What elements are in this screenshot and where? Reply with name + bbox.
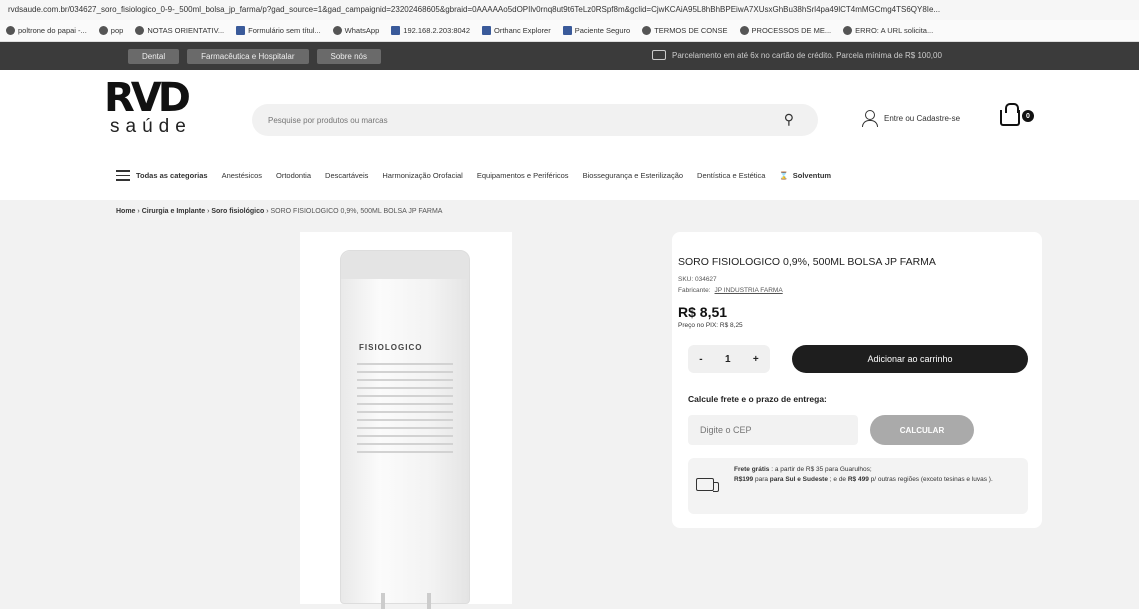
basket-icon (1000, 103, 1020, 126)
search-input[interactable] (252, 104, 752, 136)
logo[interactable]: RVD saúde (104, 78, 214, 138)
free-shipping-text: Frete grátis : a partir de R$ 35 para Gu… (734, 466, 993, 483)
tab-dental[interactable]: Dental (128, 48, 180, 64)
address-bar[interactable]: rvdsaude.com.br/034627_soro_fisiologico_… (0, 0, 1139, 20)
server-icon (482, 26, 492, 35)
bag-label: FISIOLOGICO (359, 343, 423, 352)
product-info-panel: SORO FISIOLOGICO 0,9%, 500ML BOLSA JP FA… (672, 232, 1042, 528)
globe-icon (642, 26, 652, 35)
bookmark-item[interactable]: TERMOS DE CONSE (642, 26, 728, 35)
tab-pharma-hospital[interactable]: Farmacêutica e Hospitalar (187, 48, 309, 64)
bookmark-item[interactable]: pop (98, 26, 123, 35)
bookmark-item[interactable]: ERRO: A URL solicita... (843, 26, 933, 35)
bookmark-item[interactable]: Orthanc Explorer (482, 26, 551, 35)
menu-icon (116, 170, 130, 181)
login-link[interactable]: Entre ou Cadastre-se (862, 110, 960, 127)
category-link[interactable]: Equipamentos e Periféricos (477, 171, 569, 180)
maker-link[interactable]: JP INDUSTRIA FARMA (715, 287, 783, 294)
quantity-stepper: - 1 + (688, 345, 770, 373)
category-link[interactable]: Descartáveis (325, 171, 368, 180)
bookmark-item[interactable]: Formulário sem títul... (236, 26, 321, 35)
calculate-shipping-button[interactable]: CALCULAR (870, 415, 974, 445)
globe-icon (739, 26, 749, 35)
search-box: ⚲ (252, 104, 818, 136)
bookmark-item[interactable]: PROCESSOS DE ME... (739, 26, 831, 35)
free-shipping-info: Frete grátis : a partir de R$ 35 para Gu… (688, 458, 1028, 514)
product-sku: SKU: 034627 (678, 276, 717, 283)
brand-icon: ⌛ (779, 170, 789, 180)
qty-decrease-button[interactable]: - (699, 354, 702, 365)
cart-button[interactable]: 0 (1000, 103, 1034, 126)
saline-bag-illustration: FISIOLOGICO (340, 250, 470, 609)
bookmark-item[interactable]: 192.168.2.203:8042 (391, 26, 470, 35)
globe-icon (98, 26, 108, 35)
breadcrumb-home[interactable]: Home (116, 208, 135, 215)
category-nav: Todas as categorias Anestésicos Ortodont… (116, 170, 831, 181)
breadcrumb-current: SORO FISIOLOGICO 0,9%, 500ML BOLSA JP FA… (270, 208, 443, 215)
installment-notice: Parcelamento em até 6x no cartão de créd… (652, 50, 942, 60)
url-text: rvdsaude.com.br/034627_soro_fisiologico_… (8, 5, 941, 14)
qty-increase-button[interactable]: + (753, 354, 759, 365)
category-link[interactable]: Anestésicos (222, 171, 262, 180)
shipping-label: Calcule frete e o prazo de entrega: (688, 394, 827, 404)
credit-card-icon (652, 50, 666, 60)
category-link[interactable]: Harmonização Orofacial (382, 171, 462, 180)
server-icon (391, 26, 401, 35)
qty-value[interactable]: 1 (725, 354, 731, 365)
category-link[interactable]: Dentística e Estética (697, 171, 765, 180)
cep-input[interactable] (688, 415, 858, 445)
product-title: SORO FISIOLOGICO 0,9%, 500ML BOLSA JP FA… (678, 256, 936, 268)
all-categories-menu[interactable]: Todas as categorias (116, 170, 208, 181)
globe-icon (843, 26, 853, 35)
user-icon (862, 110, 878, 127)
add-to-cart-button[interactable]: Adicionar ao carrinho (792, 345, 1028, 373)
pix-price: Preço no PIX: R$ 8,25 (678, 322, 743, 329)
category-link[interactable]: Ortodontia (276, 171, 311, 180)
product-image[interactable]: FISIOLOGICO (300, 232, 512, 609)
top-bar: Dental Farmacêutica e Hospitalar Sobre n… (0, 42, 1139, 70)
globe-icon (135, 26, 145, 35)
whatsapp-icon (332, 26, 342, 35)
truck-icon (696, 478, 719, 492)
cart-count-badge: 0 (1022, 110, 1034, 122)
bookmark-item[interactable]: WhatsApp (332, 26, 379, 35)
breadcrumb-category[interactable]: Cirurgia e Implante (142, 208, 205, 215)
category-link[interactable]: Biossegurança e Esterilização (583, 171, 683, 180)
form-icon (236, 26, 246, 35)
bookmark-item[interactable]: Paciente Seguro (562, 26, 630, 35)
bookmarks-bar: poltrone do papai -... pop NOTAS ORIENTA… (0, 20, 1139, 42)
product-price: R$ 8,51 (678, 304, 728, 320)
search-icon[interactable]: ⚲ (784, 111, 794, 128)
site-header: RVD saúde ⚲ Entre ou Cadastre-se 0 Todas… (0, 70, 1139, 200)
bookmark-icon (6, 26, 15, 35)
form-icon (562, 26, 572, 35)
brand-link-solventum[interactable]: ⌛ Solventum (779, 171, 831, 180)
breadcrumb-subcategory[interactable]: Soro fisiológico (211, 208, 264, 215)
breadcrumb: Home › Cirurgia e Implante › Soro fisiol… (116, 208, 443, 215)
bookmark-item[interactable]: NOTAS ORIENTATIV... (135, 26, 224, 35)
tab-about[interactable]: Sobre nós (316, 48, 381, 64)
bookmark-item[interactable]: poltrone do papai -... (6, 26, 87, 35)
product-maker: Fabricante: JP INDUSTRIA FARMA (678, 287, 783, 294)
